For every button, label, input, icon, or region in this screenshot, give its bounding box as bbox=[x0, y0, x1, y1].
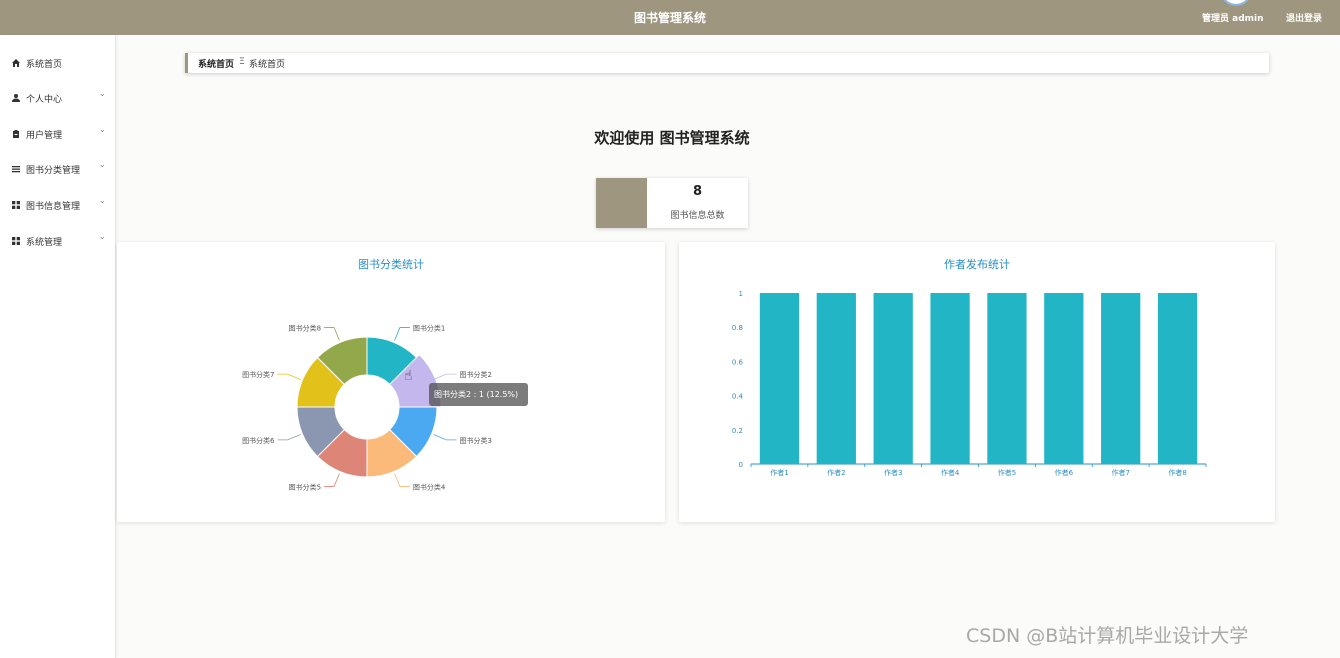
pie-label: 图书分类4 bbox=[413, 482, 446, 491]
stat-color-block bbox=[596, 178, 647, 228]
bar[interactable] bbox=[816, 293, 856, 464]
bar-chart-card: 作者发布统计 0 0.2 0.4 0.6 0.8 1 作者1 作者2 作者3 作者4 作者5 作者6 作… bbox=[679, 242, 1275, 522]
user-icon bbox=[12, 94, 20, 102]
y-tick-label: 0.4 bbox=[732, 393, 744, 401]
user-label: 管理员 admin bbox=[1202, 14, 1264, 24]
sidebar-item-label: 系统首页 bbox=[26, 60, 63, 70]
home-icon bbox=[12, 59, 20, 67]
welcome-heading: 欢迎使用 图书管理系统 bbox=[594, 129, 750, 147]
pie-label: 图书分类8 bbox=[289, 324, 321, 333]
bar[interactable] bbox=[930, 293, 970, 464]
app-title: 图书管理系统 bbox=[633, 11, 706, 25]
pie-label: 图书分类7 bbox=[242, 370, 274, 379]
pie-label-line bbox=[394, 473, 410, 487]
bar[interactable] bbox=[759, 293, 800, 464]
breadcrumb: 系统首页 Ξ 系统首页 bbox=[185, 53, 1269, 73]
chevron-down-icon: ⌄ bbox=[99, 232, 106, 241]
x-tick-label: 作者4 bbox=[941, 468, 960, 477]
pie-label-line bbox=[433, 434, 457, 441]
sidebar-item-system[interactable]: 系统管理 ⌄ bbox=[0, 232, 116, 253]
chevron-down-icon: ⌄ bbox=[99, 89, 106, 98]
pie-label: 图书分类3 bbox=[459, 436, 491, 445]
x-tick-label: 作者6 bbox=[1055, 468, 1074, 477]
stat-value: 8 bbox=[692, 184, 703, 199]
x-tick-label: 作者7 bbox=[1111, 468, 1129, 477]
stat-label: 图书信息总数 bbox=[670, 211, 725, 221]
chevron-down-icon: ⌄ bbox=[99, 160, 106, 169]
sidebar-item-personal[interactable]: 个人中心 ⌄ bbox=[0, 89, 116, 110]
bar[interactable] bbox=[987, 293, 1027, 464]
pie-label-line bbox=[277, 373, 301, 380]
bar-chart[interactable]: 0 0.2 0.4 0.6 0.8 1 作者1 作者2 作者3 作者4 作者5 作者6 作者7 作者8 bbox=[679, 242, 1275, 522]
watermark: CSDN @B站计算机毕业设计大学 bbox=[966, 625, 1249, 647]
pie-label-line bbox=[277, 434, 301, 441]
sidebar-item-home[interactable]: 系统首页 bbox=[0, 55, 116, 75]
pie-label-line bbox=[324, 327, 340, 341]
sidebar-item-label: 系统管理 bbox=[26, 238, 63, 248]
y-tick-label: 0.8 bbox=[732, 324, 743, 332]
y-tick-label: 0 bbox=[739, 461, 743, 469]
sidebar-item-label: 个人中心 bbox=[26, 95, 63, 105]
x-tick-label: 作者8 bbox=[1168, 468, 1186, 477]
list-icon bbox=[12, 165, 20, 173]
sidebar-item-category[interactable]: 图书分类管理 ⌄ bbox=[0, 160, 116, 181]
pie-label: 图书分类5 bbox=[289, 482, 321, 491]
avatar[interactable] bbox=[1220, 0, 1252, 6]
sidebar-item-label: 图书分类管理 bbox=[26, 166, 81, 176]
breadcrumb-separator: Ξ bbox=[239, 57, 245, 67]
bar[interactable] bbox=[873, 293, 913, 464]
pie-label: 图书分类1 bbox=[413, 324, 445, 333]
pie-label-line bbox=[394, 327, 410, 341]
bar[interactable] bbox=[1157, 293, 1198, 464]
pie-label: 图书分类2 bbox=[459, 370, 491, 379]
x-tick-label: 作者3 bbox=[884, 468, 902, 477]
chevron-down-icon: ⌄ bbox=[99, 196, 106, 205]
breadcrumb-home-link[interactable]: 系统首页 bbox=[198, 57, 234, 70]
pie-label-line bbox=[433, 373, 457, 380]
x-tick-label: 作者2 bbox=[827, 468, 845, 477]
pointer-cursor-icon: ☝ bbox=[404, 368, 413, 384]
chart-tooltip: 图书分类2 : 1 (12.5%) bbox=[429, 383, 528, 406]
grid-icon bbox=[12, 237, 20, 245]
x-tick-label: 作者5 bbox=[998, 468, 1016, 477]
pie-label: 图书分类6 bbox=[242, 436, 275, 445]
pie-chart-card: 图书分类统计 图书分类1 图书分类2 图书分类3 图书分类4 图书分类5 图书分类6 图书分… bbox=[117, 242, 665, 522]
top-bar: 图书管理系统 管理员 admin 退出登录 bbox=[0, 0, 1340, 35]
breadcrumb-accent bbox=[185, 53, 188, 73]
pie-label-line bbox=[324, 473, 340, 487]
stat-card-book-count[interactable]: 8 图书信息总数 bbox=[596, 178, 748, 228]
y-tick-label: 1 bbox=[739, 290, 743, 298]
pie-chart[interactable]: 图书分类1 图书分类2 图书分类3 图书分类4 图书分类5 图书分类6 图书分类7 图书分类8 bbox=[117, 242, 665, 522]
sidebar-item-book-info[interactable]: 图书信息管理 ⌄ bbox=[0, 196, 116, 217]
y-tick-label: 0.2 bbox=[732, 427, 743, 435]
bar[interactable] bbox=[1044, 293, 1084, 464]
grid-icon bbox=[12, 201, 20, 209]
breadcrumb-current: 系统首页 bbox=[249, 60, 286, 70]
x-tick-label: 作者1 bbox=[770, 468, 788, 477]
sidebar-item-label: 图书信息管理 bbox=[26, 202, 81, 212]
y-tick-label: 0.6 bbox=[732, 358, 744, 366]
bar[interactable] bbox=[1101, 293, 1141, 464]
logout-button[interactable]: 退出登录 bbox=[1286, 11, 1322, 24]
